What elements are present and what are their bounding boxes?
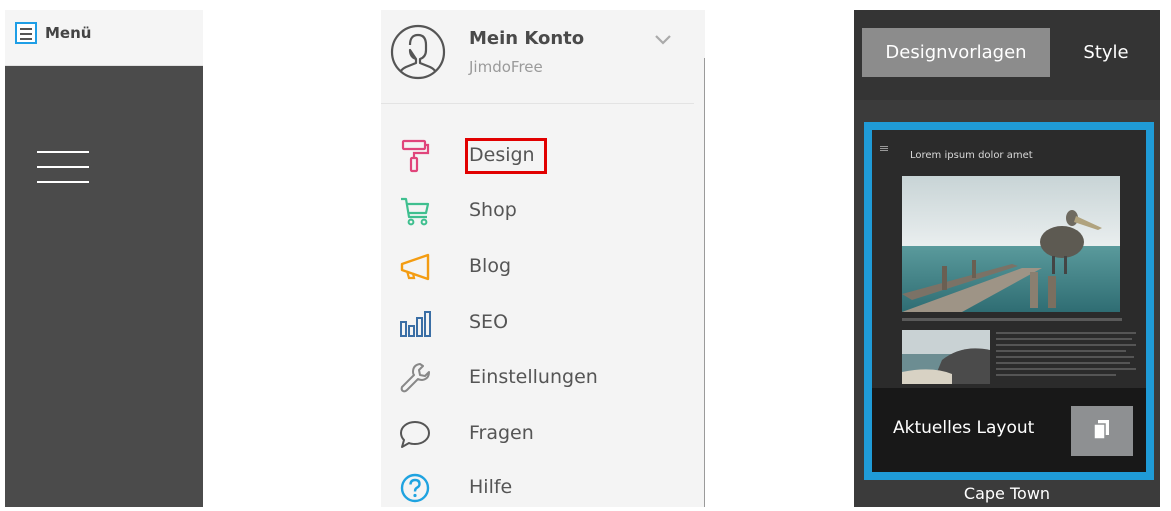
- nav-label: Blog: [469, 255, 511, 277]
- design-tab-bar: Designvorlagen Style: [854, 10, 1160, 100]
- nav-item-shop[interactable]: Shop: [381, 190, 694, 234]
- design-panel: Designvorlagen Style Lorem ipsum dolor a…: [854, 10, 1160, 507]
- account-header[interactable]: Mein Konto JimdoFree: [381, 10, 694, 104]
- bar-chart-icon: [398, 306, 432, 340]
- template-name: Cape Town: [963, 484, 1051, 503]
- tab-style[interactable]: Style: [1068, 28, 1144, 77]
- nav-item-questions[interactable]: Fragen: [381, 413, 694, 457]
- beach-thumbnail-image: [902, 330, 990, 384]
- highlight-box: [465, 138, 547, 174]
- paint-roller-icon: [398, 139, 432, 173]
- nav-item-seo[interactable]: SEO: [381, 302, 694, 346]
- menu-toggle-button[interactable]: Menü: [15, 20, 91, 46]
- wrench-icon: [398, 361, 432, 395]
- speech-bubble-icon: [398, 417, 432, 451]
- megaphone-icon: [398, 250, 432, 284]
- preview-caption: [902, 318, 1122, 321]
- account-name: Mein Konto: [469, 28, 585, 49]
- pelican-pier-image: [902, 176, 1120, 312]
- panel-divider: [704, 58, 705, 507]
- nav-item-design[interactable]: Design: [381, 135, 694, 179]
- nav-label: Einstellungen: [469, 366, 598, 388]
- avatar-icon: [389, 23, 447, 85]
- nav-label: Hilfe: [469, 476, 513, 498]
- header-divider: [381, 103, 694, 104]
- current-layout-overlay: Aktuelles Layout: [872, 388, 1146, 472]
- nav-label: SEO: [469, 311, 509, 333]
- nav-item-settings[interactable]: Einstellungen: [381, 357, 694, 401]
- question-circle-icon: [398, 471, 432, 505]
- chevron-down-icon[interactable]: [653, 32, 673, 51]
- preview-menu-icon: [880, 146, 888, 152]
- nav-item-blog[interactable]: Blog: [381, 246, 694, 290]
- nav-label: Fragen: [469, 422, 534, 444]
- menu-toggle-label: Menü: [45, 24, 92, 42]
- hamburger-icon[interactable]: [37, 151, 89, 183]
- shopping-cart-icon: [398, 194, 432, 228]
- template-preview: Lorem ipsum dolor amet Aktuelles Layout: [872, 130, 1146, 472]
- nav-item-help[interactable]: Hilfe: [381, 467, 694, 511]
- tab-designvorlagen[interactable]: Designvorlagen: [862, 28, 1050, 77]
- copy-layout-button[interactable]: [1071, 406, 1133, 456]
- current-layout-label: Aktuelles Layout: [893, 418, 1035, 438]
- collapsed-menu-panel: Menü: [5, 10, 203, 507]
- menu-top-bar: Menü: [5, 10, 203, 66]
- nav-label: Shop: [469, 199, 517, 221]
- copy-icon: [1093, 420, 1109, 440]
- template-card[interactable]: Lorem ipsum dolor amet Aktuelles Layout: [864, 122, 1154, 480]
- account-plan: JimdoFree: [469, 58, 543, 76]
- menu-icon: [15, 22, 37, 44]
- navigation-panel: Mein Konto JimdoFree Design Shop Blog SE…: [381, 10, 705, 507]
- preview-title: Lorem ipsum dolor amet: [910, 150, 1033, 161]
